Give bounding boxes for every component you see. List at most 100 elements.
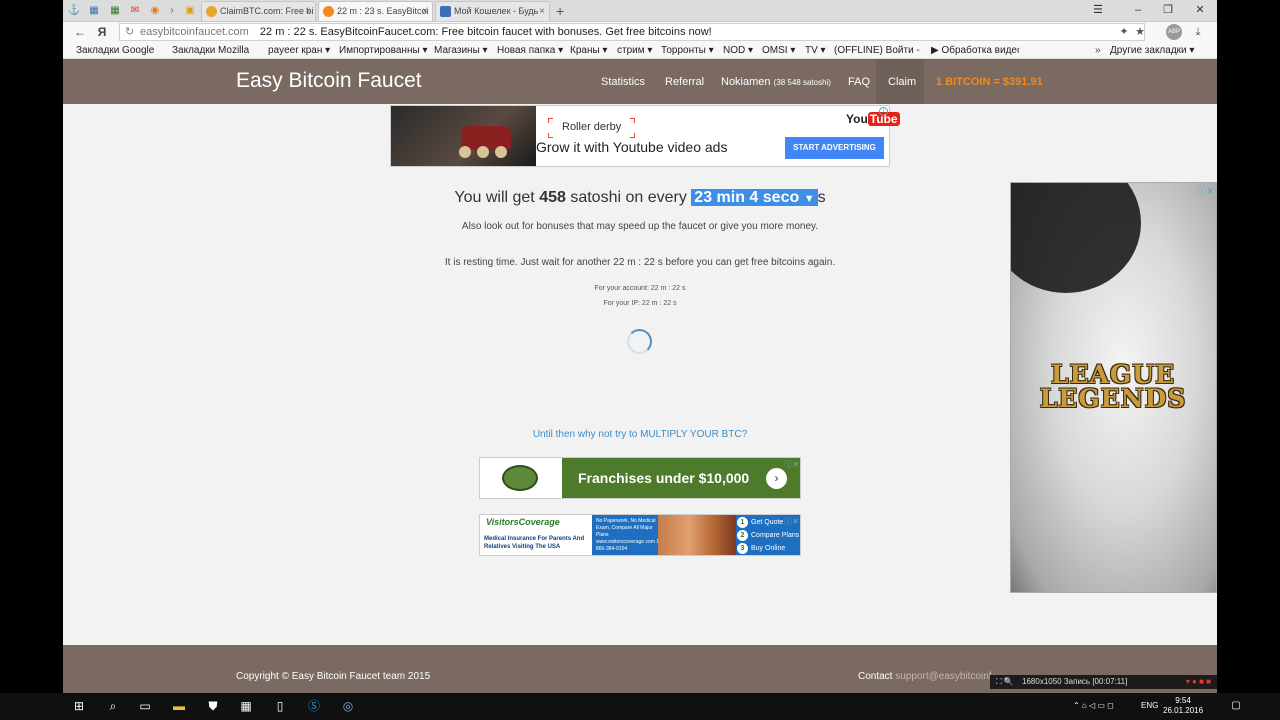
btc-price: 1 BITCOIN = $391.91 [936,76,1043,88]
pinned-tab-icon[interactable]: ▣ [181,2,199,20]
step-compare-plans: 2 Compare Plans [734,529,800,542]
tab-claimbtc[interactable]: ClaimBTC.com: Free bi × [201,1,316,21]
back-arrow-icon[interactable]: ← [71,23,89,41]
bookmark-item[interactable]: стрим ▾ [617,44,652,57]
reward-interval-selection[interactable]: 23 min 4 seco ▼ [691,189,818,206]
downloads-icon[interactable]: ⤓ [1190,24,1206,40]
ad-choices-icon[interactable]: ⓘ✕ [784,516,799,527]
calculator-icon[interactable]: ▦ [238,698,254,714]
search-icon[interactable]: ⌕ [105,698,121,714]
restore-button[interactable]: ❐ [1153,0,1183,22]
youtube-logo-you: You [846,112,868,126]
step-number-icon: 3 [737,543,748,554]
visitors-brand: VisitorsCoverage [486,517,560,527]
url-domain: easybitcoinfaucet.com [140,26,249,38]
url-input[interactable]: ↻ easybitcoinfaucet.com 22 m : 22 s. Eas… [119,23,1145,41]
file-explorer-icon[interactable]: ▬ [171,698,187,714]
bookmark-item[interactable]: (OFFLINE) Войти - R [834,44,922,57]
bookmark-item[interactable]: payeer кран ▾ [268,44,330,57]
reward-prefix: You will get [454,189,540,206]
tab-easybitcoinfaucet[interactable]: 22 m : 23 s. EasyBitcoi × [318,1,433,21]
adblock-icon[interactable]: ABP [1166,24,1182,40]
nav-username: Nokiamen [721,76,771,88]
store-icon[interactable]: ⛊ [205,698,221,714]
franchise-ad-banner[interactable]: Franchises under $10,000 › ⓘ✕ [479,457,801,499]
skate-wheel [459,146,471,158]
vpn-icon[interactable]: ◎ [340,698,356,714]
contact-email-link[interactable]: support@easybitcoinf [895,671,991,682]
notifications-icon[interactable]: ▢ [1228,698,1244,714]
footer-contact: Contact support@easybitcoinf [858,671,992,682]
visitors-details: No Paperwork, No Medical Exam, Compare A… [596,518,661,552]
nav-referral[interactable]: Referral [665,76,704,88]
bookmark-item[interactable]: ▶ Обработка видео [931,44,1019,57]
bookmark-item[interactable]: OMSI ▾ [762,44,795,57]
bookmark-item[interactable]: Новая папка ▾ [497,44,563,57]
footer-copyright: Copyright © Easy Bitcoin Faucet team 201… [236,671,431,682]
bookmarks-overflow-icon[interactable]: » [1095,44,1101,57]
chevron-right-icon[interactable]: › [766,468,787,489]
close-icon[interactable]: × [539,2,545,21]
bookmark-item[interactable]: Закладки Google [76,44,154,57]
youtube-ad-banner[interactable]: Roller derby Grow it with Youtube video … [390,105,900,167]
task-view-icon[interactable]: ▭ [137,698,153,714]
windows-start-icon[interactable]: ⊞ [71,698,87,714]
pinned-tab-icon[interactable]: ◉ [146,2,164,20]
nav-faq[interactable]: FAQ [848,76,870,88]
language-indicator[interactable]: ENG [1141,701,1158,710]
ad-info-icon[interactable]: i [879,107,888,116]
ad-choices-icon[interactable]: ⓘ✕ [1197,184,1214,197]
pinned-tab-icon[interactable]: ▦ [85,2,103,20]
bookmark-star-icon[interactable]: ★ [1132,24,1148,40]
league-of-legends-ad[interactable]: LEAGUE LEGENDS ⓘ✕ [1010,182,1217,593]
protect-icon[interactable]: ✦ [1116,24,1132,40]
tab-favicon-icon [323,6,334,17]
bookmark-item[interactable]: Импортированны ▾ [339,44,427,57]
tab-wallet[interactable]: Мой Кошелек - Будь × [435,1,550,21]
bookmark-item[interactable]: Торронты ▾ [661,44,714,57]
bookmark-item[interactable]: Другие закладки ▾ [1110,44,1194,57]
close-window-button[interactable]: ✕ [1185,0,1215,22]
reload-icon[interactable]: ↻ [125,24,134,40]
clock-time: 9:54 [1175,696,1191,705]
minimize-button[interactable]: – [1123,0,1153,22]
dropdown-arrow-icon: ▼ [803,193,815,205]
windows-taskbar: ⊞ ⌕ ▭ ▬ ⛊ ▦ ▯ Ⓢ ◎ ⌃ ⌂ ◁ ▭ ◻ ENG 9:54 26.… [0,693,1280,720]
visitors-coverage-ad-banner[interactable]: VisitorsCoverage Medical Insurance For P… [479,514,801,556]
site-logo-text[interactable]: Easy Bitcoin Faucet [236,69,422,93]
bookmark-item[interactable]: NOD ▾ [723,44,753,57]
close-icon[interactable]: × [305,2,311,21]
skype-icon[interactable]: Ⓢ [306,698,322,714]
bookmark-item[interactable]: TV ▾ [805,44,826,57]
pinned-tab-icon[interactable]: ⚓ [65,2,83,20]
tab-favicon-icon [206,6,217,17]
menu-icon[interactable]: ☰ [1083,0,1113,22]
ad-choices-icon[interactable]: ⓘ✕ [784,459,799,470]
screen-recorder-bar[interactable]: ⛶ 🔍 1680x1050 Запись [00:07:11] ▾ ● ■ ■ [990,675,1217,689]
new-tab-button[interactable]: + [556,1,564,21]
reward-mid: satoshi on every [565,189,692,206]
reward-amount: 458 [539,189,566,206]
step-label: Get Quote [751,519,784,526]
step-number-icon: 2 [737,530,748,541]
step-number-icon: 1 [737,517,748,528]
close-icon[interactable]: × [422,2,428,21]
nav-statistics[interactable]: Statistics [601,76,645,88]
nav-account[interactable]: Nokiamen (38 548 satoshi) [721,76,831,88]
bookmark-item[interactable]: Магазины ▾ [434,44,488,57]
skate-wheel [495,146,507,158]
yandex-icon[interactable]: Я [93,23,111,41]
tab-scroll-icon[interactable]: › [163,2,181,20]
contact-label: Contact [858,671,896,682]
start-advertising-button[interactable]: START ADVERTISING [785,137,884,159]
bookmark-item[interactable]: Закладки Mozilla [172,44,249,57]
step-buy-online: 3 Buy Online [734,542,800,555]
pinned-tab-icon[interactable]: ▦ [106,2,124,20]
pinned-tab-icon[interactable]: ✉ [126,2,144,20]
tray-icons[interactable]: ⌃ ⌂ ◁ ▭ ◻ [1073,701,1114,710]
record-controls-icon[interactable]: ▾ ● ■ ■ [1186,675,1211,689]
document-icon[interactable]: ▯ [272,698,288,714]
clock[interactable]: 9:54 26.01.2016 [1163,696,1203,716]
bookmark-item[interactable]: Краны ▾ [570,44,607,57]
nav-claim[interactable]: Claim [888,76,916,88]
